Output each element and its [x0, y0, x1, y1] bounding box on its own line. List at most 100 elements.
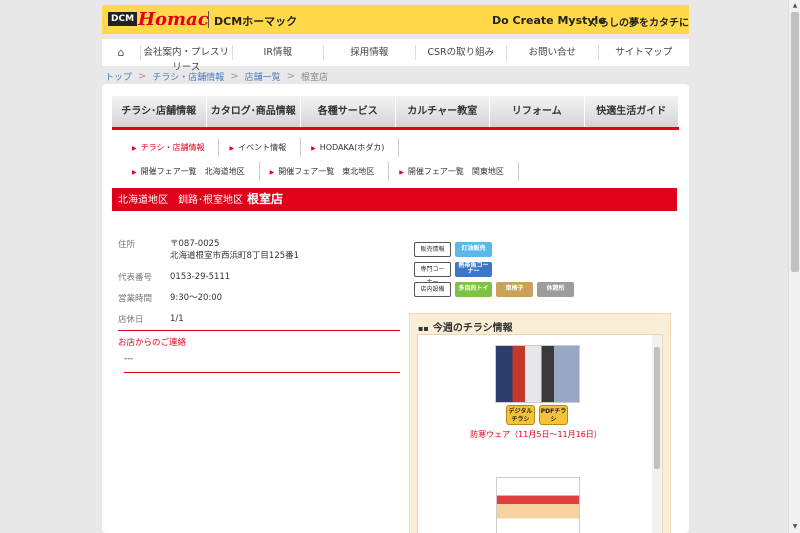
logo-divider [208, 11, 209, 28]
fair-navigation: ▶ 開催フェア一覧 北海道地区 ▶ 開催フェア一覧 東北地区 ▶ 開催フェア一覧 関東… [122, 162, 519, 181]
flyer-scrollbar[interactable] [652, 335, 662, 533]
street-address: 北海道根室市西浜町8丁目125番1 [170, 251, 300, 261]
subnav-flyer-store[interactable]: ▶ チラシ・店舗情報 [122, 138, 220, 157]
nav-contact[interactable]: お問い合せ [506, 45, 598, 60]
dcm-hormark-logo[interactable]: DCMホーマック [214, 13, 297, 29]
service-badges: 販売情報 灯油販売 専門コーナー 熱帯魚コーナー 店内設備 多目的トイレ 車椅子… [414, 241, 574, 305]
sub-navigation: ▶ チラシ・店舗情報 ▶ イベント情報 ▶ HODAKA(ホダカ) [122, 138, 400, 157]
fair-tohoku[interactable]: ▶ 開催フェア一覧 東北地区 [260, 162, 390, 181]
flyer-buttons: デジタルチラシ PDFチラシ [506, 405, 568, 425]
subnav-hodaka[interactable]: ▶ HODAKA(ホダカ) [301, 138, 400, 157]
breadcrumb: トップ > チラシ・店舗情報 > 店舗一覧 > 根室店 [105, 70, 328, 83]
cat-reform[interactable]: リフォーム [490, 96, 585, 127]
subnav-label: イベント情報 [238, 143, 287, 152]
flyer-thumbnail-2[interactable] [496, 477, 580, 533]
triangle-right-icon: ▶ [311, 145, 316, 152]
store-notice: お店からのご連絡 --- [118, 330, 400, 373]
sales-info-label: 販売情報 [414, 241, 451, 257]
hours-value: 9:30～20:00 [170, 293, 223, 303]
subnav-label: 開催フェア一覧 東北地区 [278, 167, 375, 176]
flyer-scrollbar-thumb[interactable] [654, 347, 660, 469]
flyer-caption[interactable]: 防寒ウェア（11月5日～11月16日） [418, 429, 654, 440]
hours-label: 営業時間 [118, 294, 153, 304]
breadcrumb-separator-icon: > [286, 71, 296, 82]
dcm-logo[interactable]: DCM [108, 12, 138, 26]
info-phone-row: 代表番号 0153-29-5111 [118, 271, 403, 283]
badge-wheelchair: 車椅子 [496, 281, 533, 297]
fair-hokkaido[interactable]: ▶ 開催フェア一覧 北海道地区 [122, 162, 260, 181]
address-value: 〒087-0025 北海道根室市西浜町8丁目125番1 [170, 238, 299, 262]
tagline-ja: くらしの夢をカタチに [589, 18, 689, 29]
closed-label: 店休日 [118, 315, 144, 325]
page: DCM Homac DCMホーマック Do Create Mystyle くらし… [102, 0, 689, 533]
closed-value: 1/1 [170, 314, 184, 324]
address-label: 住所 [118, 240, 136, 250]
nav-ir[interactable]: IR情報 [231, 45, 324, 60]
main-content: チラシ･店舗情報 カタログ･商品情報 各種サービス カルチャー教室 リフォーム … [102, 84, 689, 533]
cat-services[interactable]: 各種サービス [301, 96, 396, 127]
header-banner: DCM Homac DCMホーマック Do Create Mystyle くらし… [102, 5, 689, 34]
store-info: 住所 〒087-0025 北海道根室市西浜町8丁目125番1 代表番号 0153-… [118, 238, 403, 334]
triangle-right-icon: ▶ [269, 169, 275, 176]
cat-culture[interactable]: カルチャー教室 [395, 96, 490, 127]
nav-sitemap[interactable]: サイトマップ [597, 45, 690, 60]
nav-recruit[interactable]: 採用情報 [323, 45, 415, 60]
subnav-label: HODAKA(ホダカ) [319, 143, 385, 152]
nav-csr[interactable]: CSRの取り組み [414, 45, 507, 60]
facility-label: 店内設備 [414, 281, 451, 297]
top-navigation: ⌂ 会社案内・プレスリリース IR情報 採用情報 CSRの取り組み お問い合せ … [102, 39, 690, 73]
info-hours-row: 営業時間 9:30～20:00 [118, 292, 403, 304]
badge-rest-area: 休憩所 [537, 281, 574, 297]
phone-label: 代表番号 [118, 273, 153, 283]
triangle-right-icon: ▶ [229, 145, 235, 152]
scrollbar-thumb[interactable] [791, 12, 799, 272]
subnav-label: 開催フェア一覧 北海道地区 [140, 167, 245, 176]
info-closed-row: 店休日 1/1 [118, 313, 403, 325]
badge-row-facility: 店内設備 多目的トイレ 車椅子 休憩所 [414, 281, 574, 305]
home-icon[interactable]: ⌂ [102, 46, 140, 59]
grid-icon: ▪▪ [418, 324, 429, 333]
category-navigation: チラシ･店舗情報 カタログ･商品情報 各種サービス カルチャー教室 リフォーム … [112, 96, 679, 130]
scroll-up-icon[interactable]: ▲ [789, 0, 800, 12]
store-region: 北海道地区 釧路･根室地区 [118, 195, 243, 206]
badge-kerosene: 灯油販売 [455, 241, 492, 257]
scroll-down-icon[interactable]: ▼ [789, 521, 800, 533]
digital-flyer-button[interactable]: デジタルチラシ [506, 405, 535, 425]
flyers-title: 今週のチラシ情報 [432, 323, 513, 334]
breadcrumb-separator-icon: > [230, 71, 239, 82]
phone-value: 0153-29-5111 [170, 272, 231, 282]
breadcrumb-separator-icon: > [138, 71, 147, 82]
weekly-flyers: ▪▪ 今週のチラシ情報 デジタルチラシ PDFチラシ 防寒ウェア（11月5日～11… [409, 313, 671, 533]
cat-flyer-store[interactable]: チラシ･店舗情報 [112, 96, 207, 127]
breadcrumb-flyer[interactable]: チラシ・店舗情報 [152, 70, 224, 83]
badge-toilet: 多目的トイレ [455, 281, 492, 305]
breadcrumb-current: 根室店 [301, 73, 329, 83]
breadcrumb-store-list[interactable]: 店舗一覧 [245, 70, 281, 83]
cat-guide[interactable]: 快適生活ガイド [584, 96, 679, 127]
info-address-row: 住所 〒087-0025 北海道根室市西浜町8丁目125番1 [118, 238, 403, 262]
cat-catalog[interactable]: カタログ･商品情報 [206, 96, 301, 127]
triangle-right-icon: ▶ [132, 145, 137, 152]
store-name: 根室店 [247, 192, 284, 206]
nav-company[interactable]: 会社案内・プレスリリース [140, 45, 232, 73]
notice-title: お店からのご連絡 [118, 338, 187, 348]
page-scrollbar[interactable]: ▲ ▼ [788, 0, 800, 533]
badge-tropical-fish: 熱帯魚コーナー [455, 261, 492, 277]
corner-label: 専門コーナー [414, 261, 451, 286]
badge-row-sales: 販売情報 灯油販売 [414, 241, 574, 257]
notice-body: --- [124, 354, 400, 373]
subnav-label: チラシ・店舗情報 [140, 143, 205, 152]
subnav-label: 開催フェア一覧 関東地区 [407, 167, 504, 176]
pdf-flyer-button[interactable]: PDFチラシ [539, 405, 568, 425]
triangle-right-icon: ▶ [132, 169, 137, 176]
fair-kanto[interactable]: ▶ 開催フェア一覧 関東地区 [389, 162, 519, 181]
triangle-right-icon: ▶ [399, 169, 404, 176]
badge-row-corner: 専門コーナー 熱帯魚コーナー [414, 261, 574, 286]
flyer-list[interactable]: デジタルチラシ PDFチラシ 防寒ウェア（11月5日～11月16日） [417, 334, 663, 533]
subnav-events[interactable]: ▶ イベント情報 [219, 138, 302, 157]
postal-code: 〒087-0025 [170, 239, 220, 249]
breadcrumb-top[interactable]: トップ [105, 70, 132, 83]
flyer-thumbnail[interactable] [495, 345, 580, 403]
store-title-bar: 北海道地区 釧路･根室地区 根室店 [112, 188, 677, 211]
homac-logo[interactable]: Homac [138, 9, 209, 30]
